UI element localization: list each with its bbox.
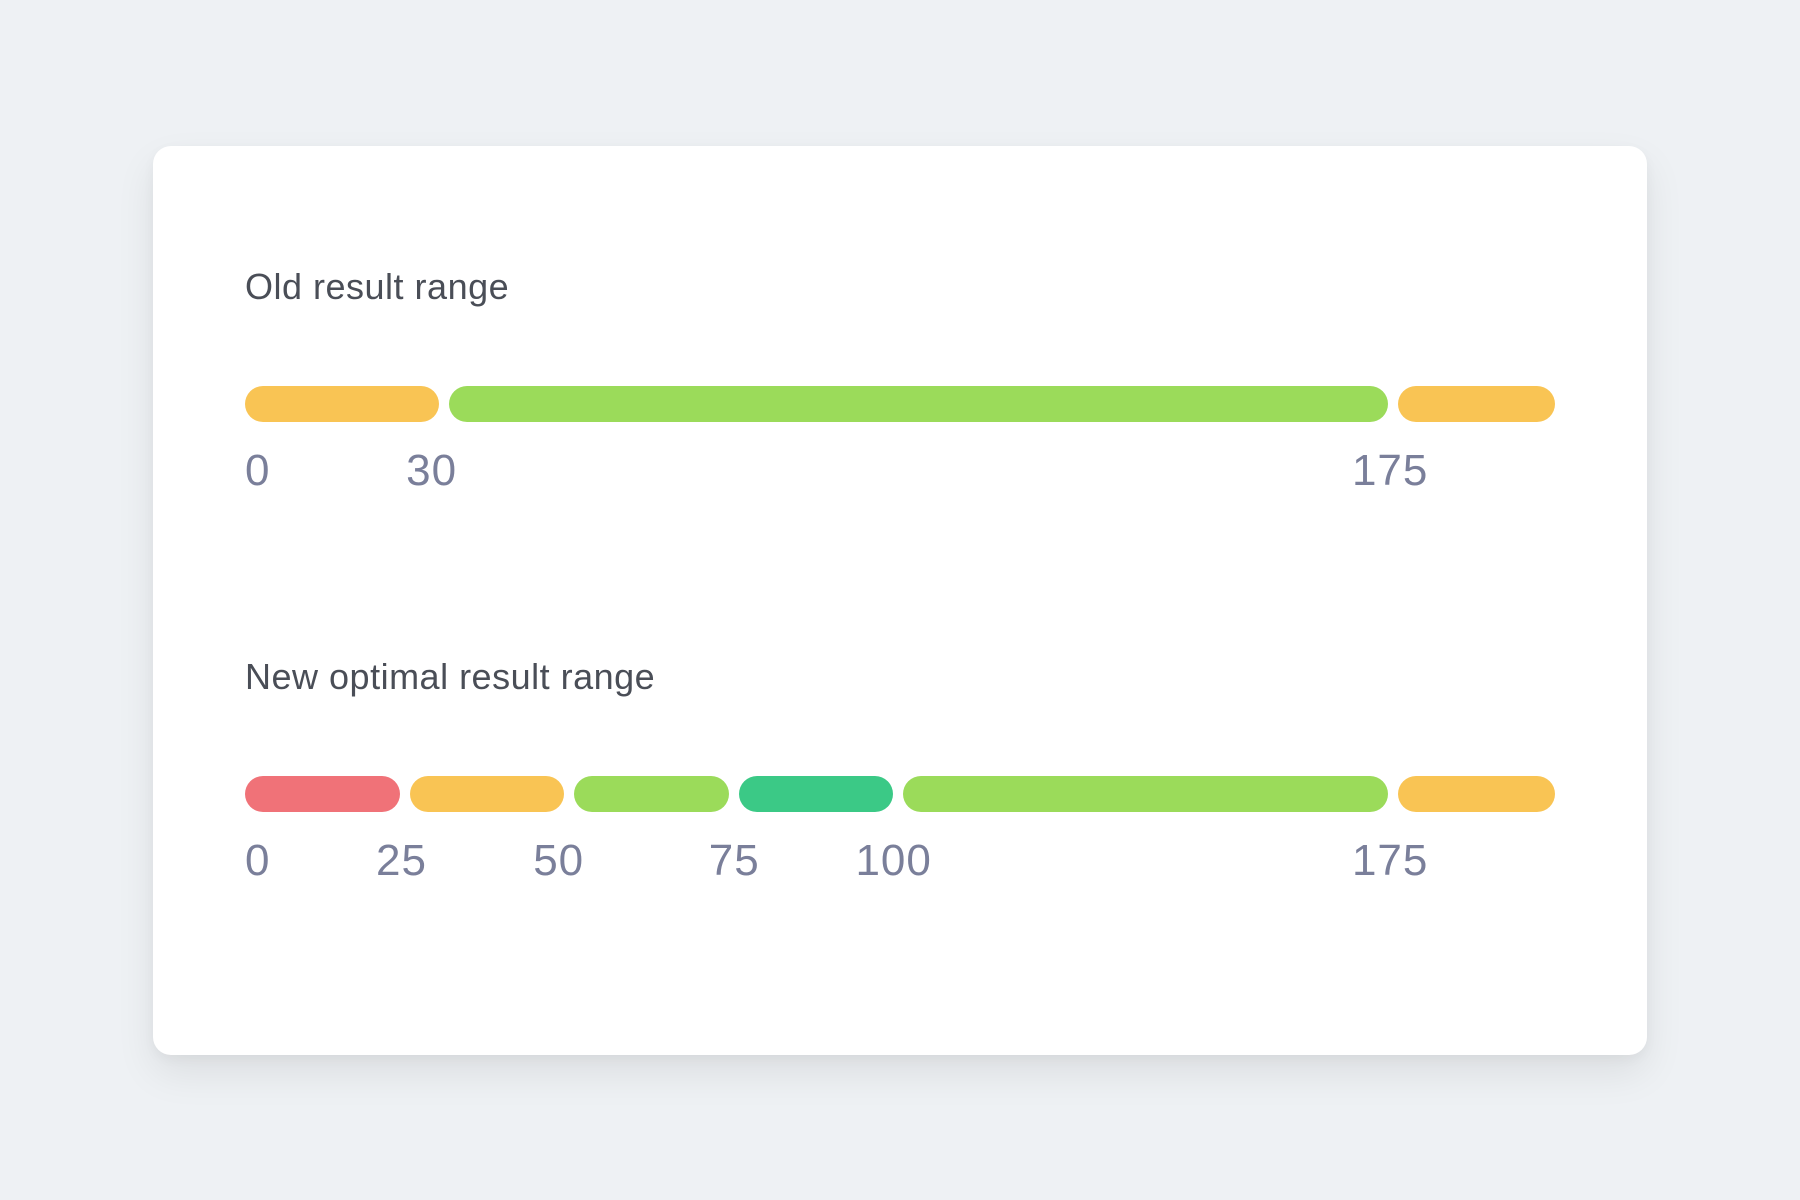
new-range-block: New optimal result range 0 25 50 75 100 …: [245, 656, 1555, 886]
new-range-labels: 0 25 50 75 100 175: [245, 836, 1555, 886]
new-tick-50: 50: [533, 836, 584, 886]
old-seg-low-warning: [245, 386, 439, 422]
new-tick-175: 175: [1352, 836, 1428, 886]
range-comparison-card: Old result range 0 30 175 New optimal re…: [153, 146, 1647, 1055]
new-range-title: New optimal result range: [245, 656, 1555, 698]
new-tick-75: 75: [709, 836, 760, 886]
old-range-block: Old result range 0 30 175: [245, 266, 1555, 496]
old-tick-0: 0: [245, 446, 270, 496]
new-seg-optimal: [739, 776, 894, 812]
new-seg-low-warning: [410, 776, 565, 812]
new-range-bar: [245, 776, 1555, 812]
old-range-title: Old result range: [245, 266, 1555, 308]
new-seg-high-normal: [903, 776, 1388, 812]
old-range-bar: [245, 386, 1555, 422]
new-seg-low-normal: [574, 776, 729, 812]
new-seg-critical: [245, 776, 400, 812]
new-tick-100: 100: [855, 836, 931, 886]
old-seg-high-warning: [1398, 386, 1555, 422]
old-seg-normal: [449, 386, 1388, 422]
old-range-labels: 0 30 175: [245, 446, 1555, 496]
new-tick-0: 0: [245, 836, 270, 886]
old-tick-175: 175: [1352, 446, 1428, 496]
new-tick-25: 25: [376, 836, 427, 886]
old-tick-30: 30: [406, 446, 457, 496]
new-seg-high-warning: [1398, 776, 1555, 812]
